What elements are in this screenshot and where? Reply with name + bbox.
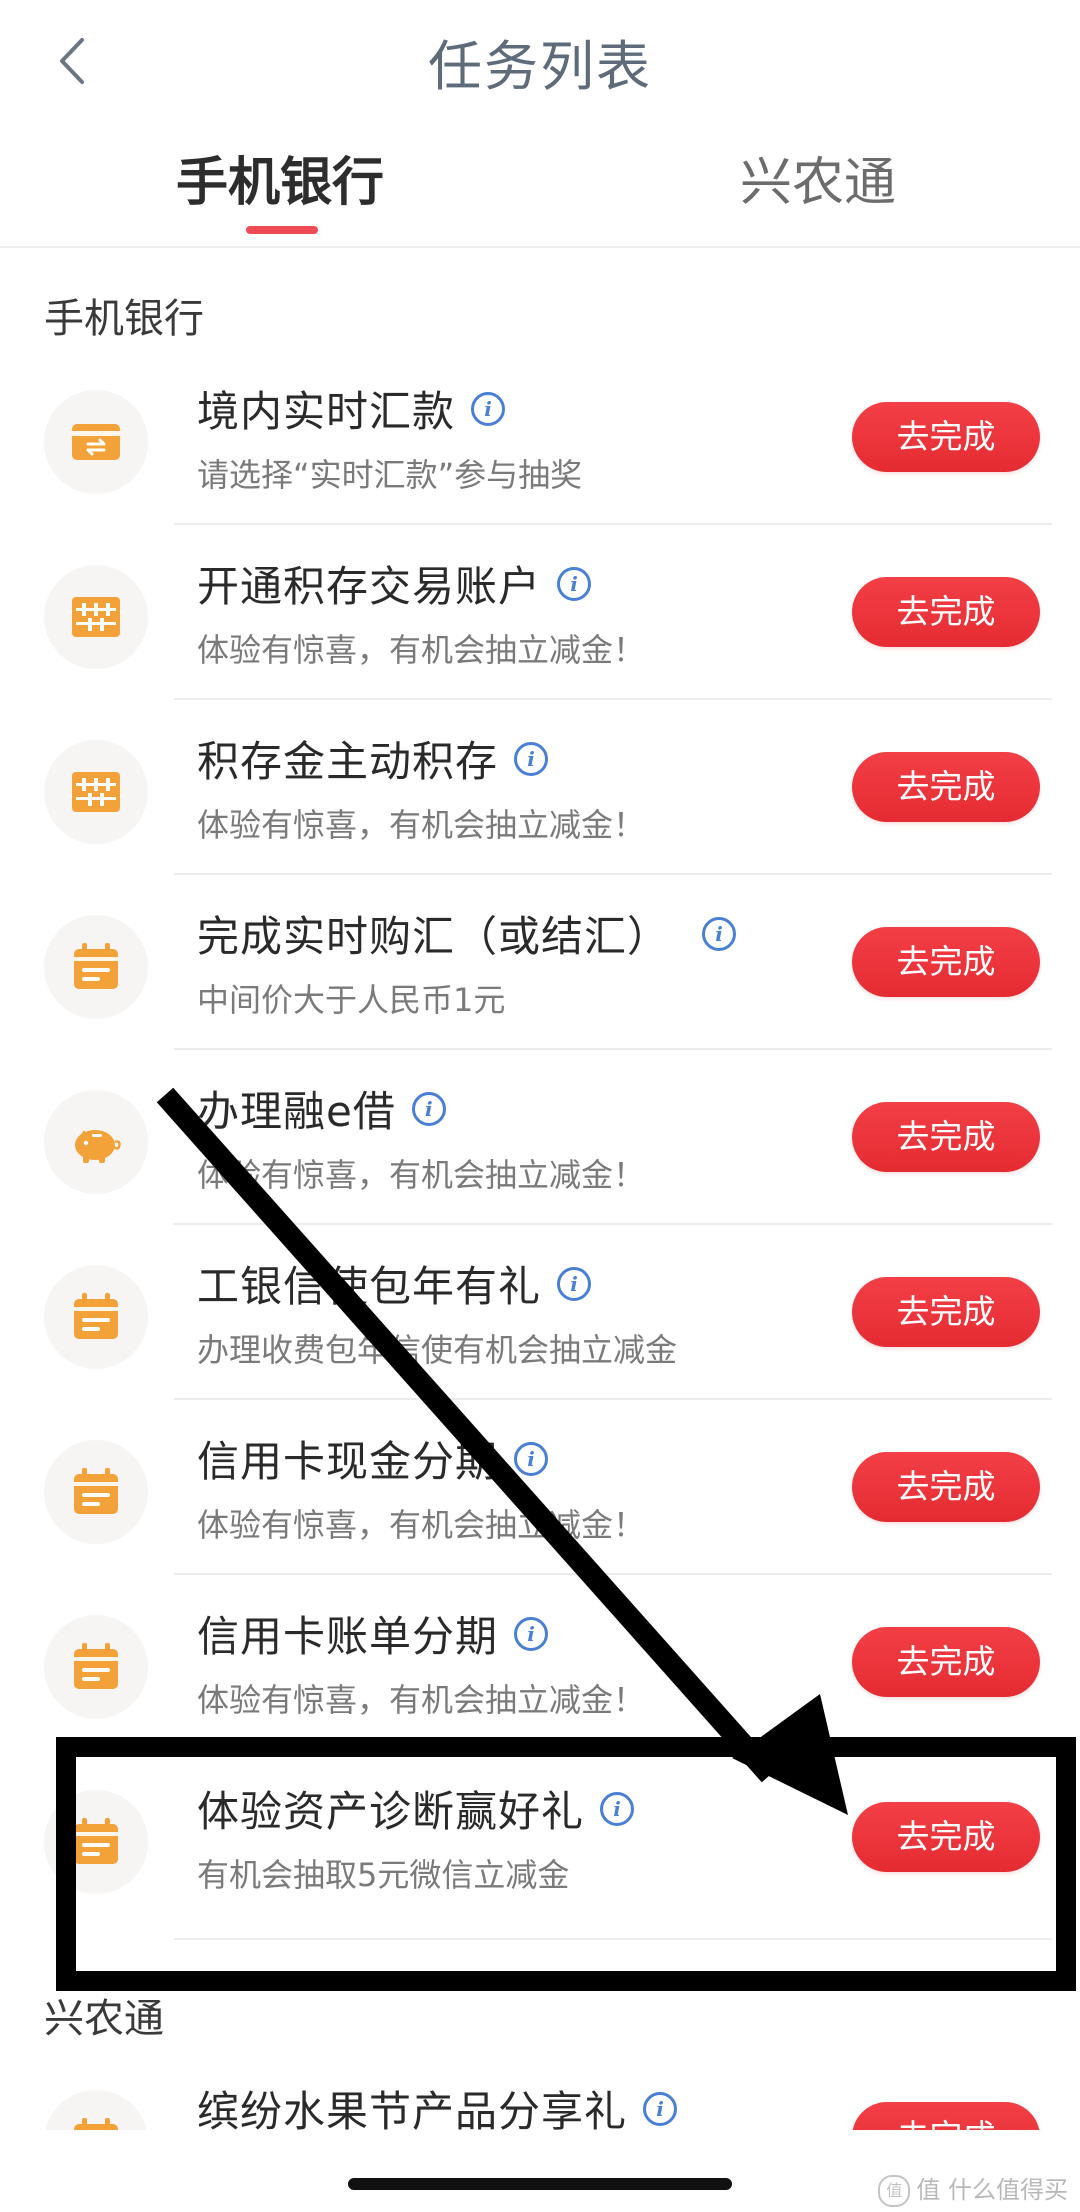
- task-icon-wrap: [44, 740, 148, 844]
- task-title: 开通积存交易账户: [197, 562, 542, 611]
- task-list-page: 任务列表 手机银行 兴农通 手机银行 境内实时汇款 i 请选择“实时汇款”参与抽…: [0, 0, 1080, 2212]
- info-icon[interactable]: i: [514, 1441, 549, 1476]
- go-complete-button[interactable]: 去完成: [852, 927, 1040, 997]
- task-icon-wrap: [44, 390, 148, 494]
- task-title: 体验资产诊断赢好礼: [197, 1787, 585, 1836]
- page-title: 任务列表: [428, 35, 652, 98]
- task-row: 工银信使包年有礼 i 办理收费包年信使有机会抽立减金 去完成: [0, 1225, 1080, 1400]
- task-row: 积存金主动积存 i 体验有惊喜，有机会抽立减金！ 去完成: [0, 700, 1080, 875]
- task-row: 开通积存交易账户 i 体验有惊喜，有机会抽立减金！ 去完成: [0, 525, 1080, 700]
- info-icon[interactable]: i: [557, 1266, 592, 1301]
- active-tab-indicator: [246, 226, 318, 234]
- task-subtitle: 中间价大于人民币1元: [197, 981, 506, 1019]
- watermark-text: 值 什么值得买: [916, 2176, 1068, 2204]
- task-icon-wrap: [44, 1265, 148, 1369]
- info-icon[interactable]: i: [600, 1791, 635, 1826]
- calendar-icon: [74, 1818, 118, 1864]
- info-icon[interactable]: i: [702, 916, 737, 951]
- row-divider: [174, 1938, 1052, 1940]
- task-subtitle: 体验有惊喜，有机会抽立减金！: [197, 1506, 646, 1544]
- go-complete-button[interactable]: 去完成: [852, 1102, 1040, 1172]
- piggy-bank-icon: [75, 1130, 121, 1163]
- task-subtitle: 办理收费包年信使有机会抽立减金: [197, 1331, 678, 1369]
- calendar-icon: [74, 1293, 118, 1339]
- section-title-xingnongtong: 兴农通: [44, 1996, 164, 2042]
- abacus-icon: [72, 597, 120, 637]
- task-title: 完成实时购汇（或结汇）: [197, 912, 671, 961]
- tab-xingnongtong[interactable]: 兴农通: [668, 140, 968, 215]
- task-subtitle: 有机会抽取5元微信立减金: [197, 1856, 570, 1894]
- go-complete-button[interactable]: 去完成: [852, 1277, 1040, 1347]
- go-complete-button[interactable]: 去完成: [852, 1627, 1040, 1697]
- task-subtitle: 体验有惊喜，有机会抽立减金！: [197, 806, 646, 844]
- info-icon[interactable]: i: [411, 1091, 446, 1126]
- go-complete-button[interactable]: 去完成: [852, 1802, 1040, 1872]
- nav-bar: 任务列表: [0, 0, 1080, 122]
- watermark-logo-icon: 值: [878, 2175, 911, 2207]
- task-row: 信用卡账单分期 i 体验有惊喜，有机会抽立减金！ 去完成: [0, 1575, 1080, 1750]
- go-complete-button[interactable]: 去完成: [852, 402, 1040, 472]
- calendar-icon: [74, 943, 118, 989]
- task-title: 积存金主动积存: [197, 737, 499, 786]
- task-row: 境内实时汇款 i 请选择“实时汇款”参与抽奖 去完成: [0, 350, 1080, 525]
- task-title: 信用卡现金分期: [197, 1437, 499, 1486]
- task-row-highlighted: 体验资产诊断赢好礼 i 有机会抽取5元微信立减金 去完成: [0, 1750, 1080, 1940]
- info-icon[interactable]: i: [514, 1616, 549, 1651]
- task-title: 工银信使包年有礼: [197, 1262, 542, 1311]
- task-subtitle: 体验有惊喜，有机会抽立减金！: [197, 1156, 646, 1194]
- info-icon[interactable]: i: [514, 741, 549, 776]
- info-icon[interactable]: i: [471, 391, 506, 426]
- calendar-icon: [74, 1643, 118, 1689]
- go-complete-button[interactable]: 去完成: [852, 577, 1040, 647]
- task-icon-wrap: [44, 1615, 148, 1719]
- task-row: 办理融e借 i 体验有惊喜，有机会抽立减金！ 去完成: [0, 1050, 1080, 1225]
- calendar-icon: [74, 1468, 118, 1514]
- go-complete-button[interactable]: 去完成: [852, 752, 1040, 822]
- task-title: 境内实时汇款: [197, 387, 456, 436]
- task-row: 完成实时购汇（或结汇） i 中间价大于人民币1元 去完成: [0, 875, 1080, 1050]
- home-indicator[interactable]: [348, 2178, 732, 2190]
- tab-bar: 手机银行 兴农通: [0, 130, 1080, 248]
- task-icon-wrap: [44, 1090, 148, 1194]
- section-title-mobile-banking: 手机银行: [44, 296, 204, 342]
- task-subtitle: 体验有惊喜，有机会抽立减金！: [197, 631, 646, 669]
- info-icon[interactable]: i: [643, 2091, 678, 2126]
- task-icon-wrap: [44, 915, 148, 1019]
- task-icon-wrap: [44, 1440, 148, 1544]
- task-row: 信用卡现金分期 i 体验有惊喜，有机会抽立减金！ 去完成: [0, 1400, 1080, 1575]
- task-icon-wrap: [44, 565, 148, 669]
- card-transfer-icon: [72, 424, 120, 460]
- info-icon[interactable]: i: [557, 566, 592, 601]
- task-subtitle: 请选择“实时汇款”参与抽奖: [197, 456, 583, 494]
- go-complete-button[interactable]: 去完成: [852, 1452, 1040, 1522]
- tab-mobile-banking[interactable]: 手机银行: [130, 140, 430, 215]
- task-icon-wrap: [44, 1790, 148, 1894]
- task-title: 信用卡账单分期: [197, 1612, 499, 1661]
- task-subtitle: 体验有惊喜，有机会抽立减金！: [197, 1681, 646, 1719]
- task-title: 办理融e借: [197, 1087, 396, 1136]
- abacus-icon: [72, 772, 120, 812]
- watermark: 值值 什么值得买: [878, 2170, 1068, 2207]
